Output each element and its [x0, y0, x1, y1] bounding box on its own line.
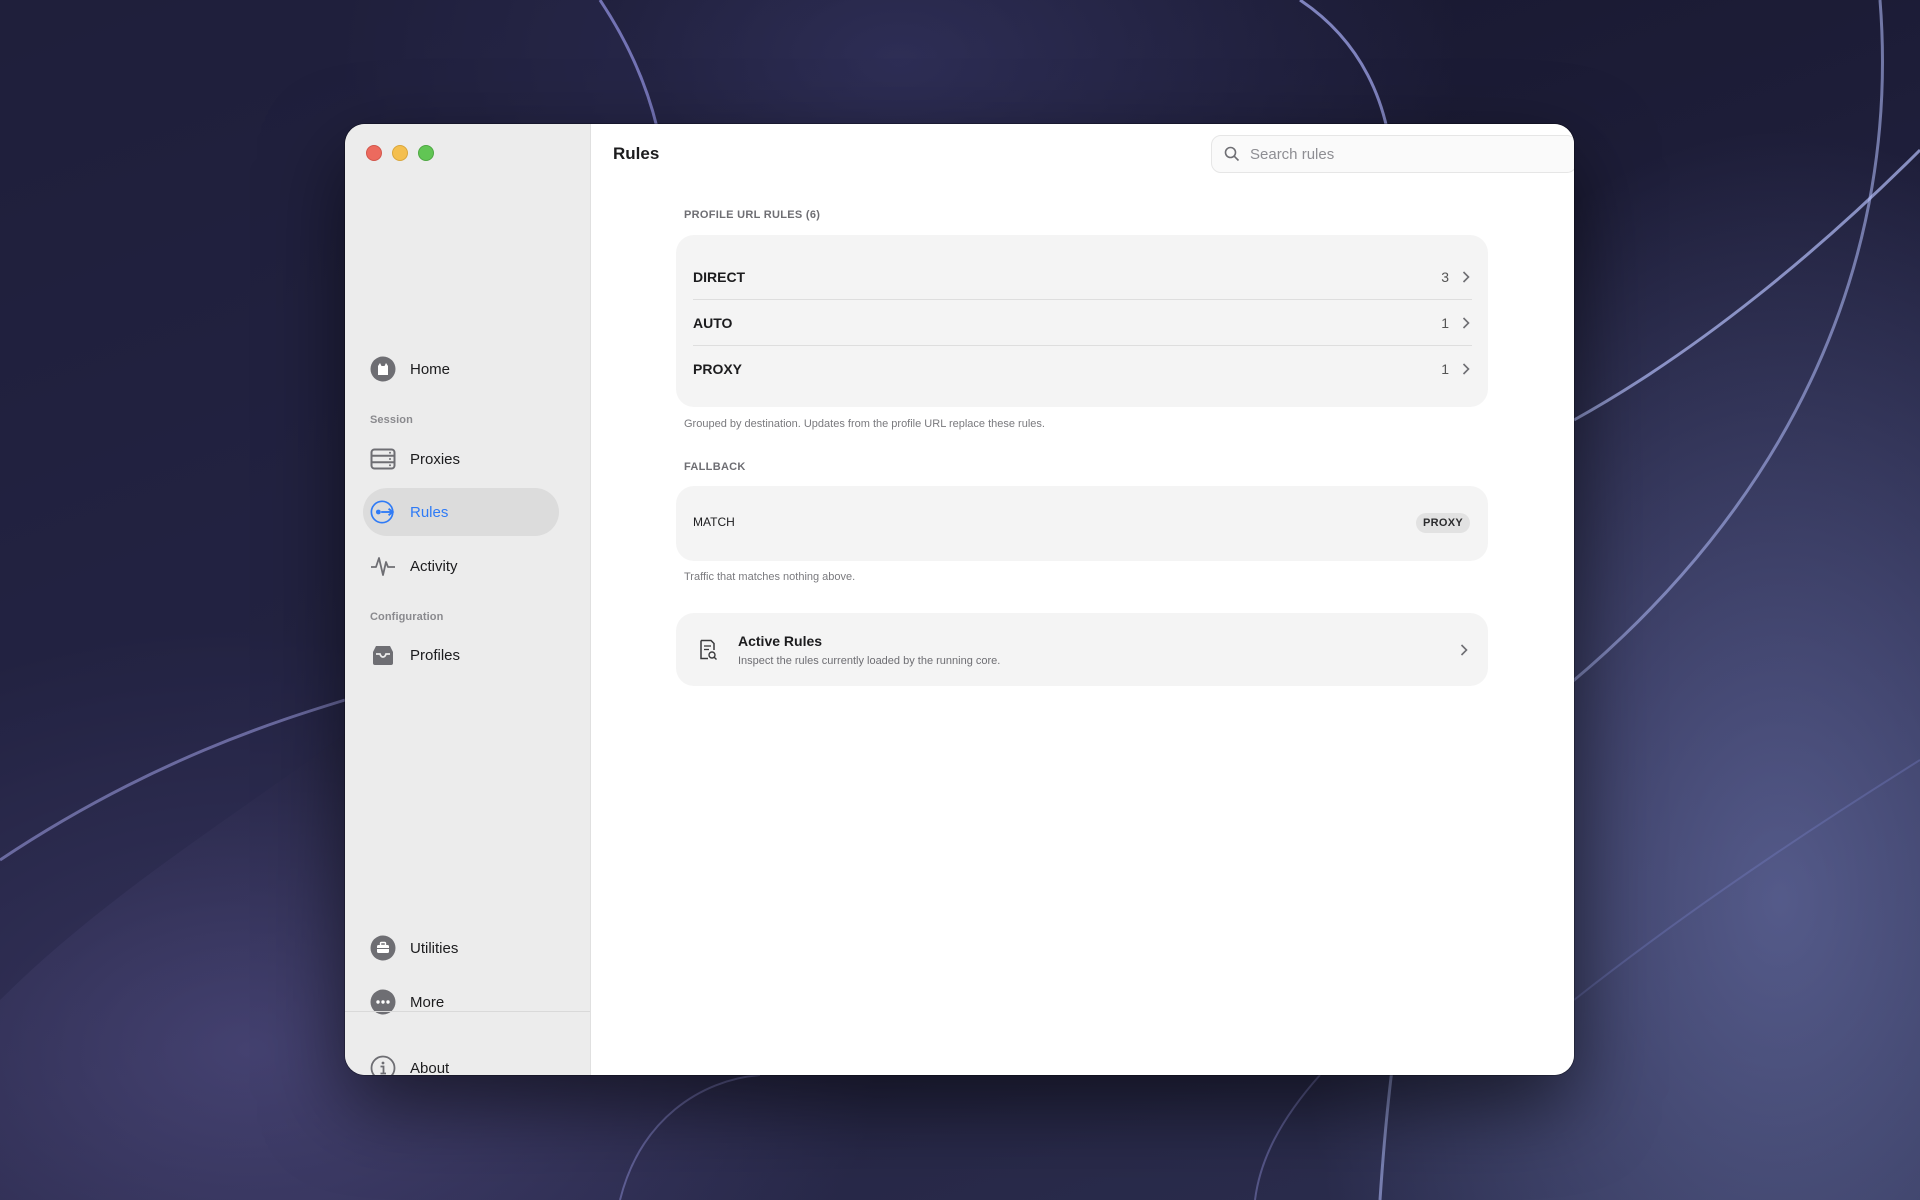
chevron-right-icon — [1460, 316, 1472, 330]
toolbox-icon — [370, 935, 396, 961]
zoom-button[interactable] — [418, 145, 434, 161]
minimize-button[interactable] — [392, 145, 408, 161]
sidebar-item-label: Proxies — [410, 450, 461, 468]
rule-name: PROXY — [693, 360, 743, 377]
sidebar-item-label: Utilities — [410, 939, 459, 957]
sidebar-item-about[interactable]: About — [363, 1044, 559, 1075]
active-rules-card[interactable]: Active Rules Inspect the rules currently… — [676, 613, 1488, 686]
document-search-icon — [698, 639, 718, 661]
route-icon — [370, 499, 396, 525]
active-rules-title: Active Rules — [738, 633, 823, 649]
cat-icon — [370, 356, 396, 382]
active-rules-subtitle: Inspect the rules currently loaded by th… — [738, 655, 1001, 667]
page-title: Rules — [613, 144, 660, 163]
profile-rules-footnote: Grouped by destination. Updates from the… — [684, 418, 1045, 430]
sidebar-item-label: About — [410, 1059, 450, 1076]
rule-name: AUTO — [693, 314, 733, 331]
profile-rules-card: DIRECT 3 AUTO 1 PROXY 1 — [676, 235, 1488, 407]
tray-icon — [370, 642, 396, 668]
rule-count: 3 — [1441, 268, 1449, 285]
section-header-fallback: FALLBACK — [684, 461, 746, 473]
match-label: MATCH — [693, 515, 735, 529]
close-button[interactable] — [366, 145, 382, 161]
search-input[interactable] — [1248, 144, 1552, 164]
search-icon — [1224, 146, 1240, 162]
server-icon — [370, 446, 396, 472]
section-header-profile-rules: PROFILE URL RULES (6) — [684, 209, 821, 221]
sidebar-item-label: Activity — [410, 557, 458, 575]
sidebar-item-utilities[interactable]: Utilities — [363, 924, 559, 972]
sidebar-item-activity[interactable]: Activity — [363, 542, 559, 590]
sidebar-divider — [345, 1011, 590, 1012]
sidebar-item-home[interactable]: Home — [363, 345, 559, 393]
rule-name: DIRECT — [693, 268, 746, 285]
section-label-configuration: Configuration — [370, 611, 444, 623]
sidebar-item-label: Profiles — [410, 646, 461, 664]
sidebar-item-label: Rules — [410, 503, 449, 521]
sidebar-item-label: More — [410, 993, 445, 1011]
chevron-right-icon — [1460, 270, 1472, 284]
app-window: Home Session Proxies Rules Activity Conf… — [345, 124, 1574, 1075]
sidebar-item-profiles[interactable]: Profiles — [363, 631, 559, 679]
rule-count: 1 — [1441, 360, 1449, 377]
info-icon — [370, 1055, 396, 1075]
chevron-right-icon — [1460, 362, 1472, 376]
section-label-session: Session — [370, 414, 413, 426]
sidebar-item-proxies[interactable]: Proxies — [363, 435, 559, 483]
rule-count: 1 — [1441, 314, 1449, 331]
sidebar: Home Session Proxies Rules Activity Conf… — [345, 124, 591, 1075]
fallback-card: MATCH PROXY — [676, 486, 1488, 561]
policy-badge[interactable]: PROXY — [1415, 513, 1470, 533]
rule-row-direct[interactable]: DIRECT 3 — [693, 254, 1472, 299]
fallback-footnote: Traffic that matches nothing above. — [684, 571, 856, 583]
sidebar-item-rules[interactable]: Rules — [363, 488, 559, 536]
chevron-right-icon — [1458, 643, 1470, 657]
main-content: Rules PROFILE URL RULES (6) DIRECT 3 — [591, 124, 1574, 1075]
sidebar-item-label: Home — [410, 360, 451, 378]
rule-row-proxy[interactable]: PROXY 1 — [693, 346, 1472, 391]
sidebar-item-more[interactable]: More — [363, 978, 559, 1026]
search-field[interactable] — [1211, 135, 1574, 173]
rule-row-auto[interactable]: AUTO 1 — [693, 300, 1472, 345]
waveform-icon — [370, 553, 396, 579]
